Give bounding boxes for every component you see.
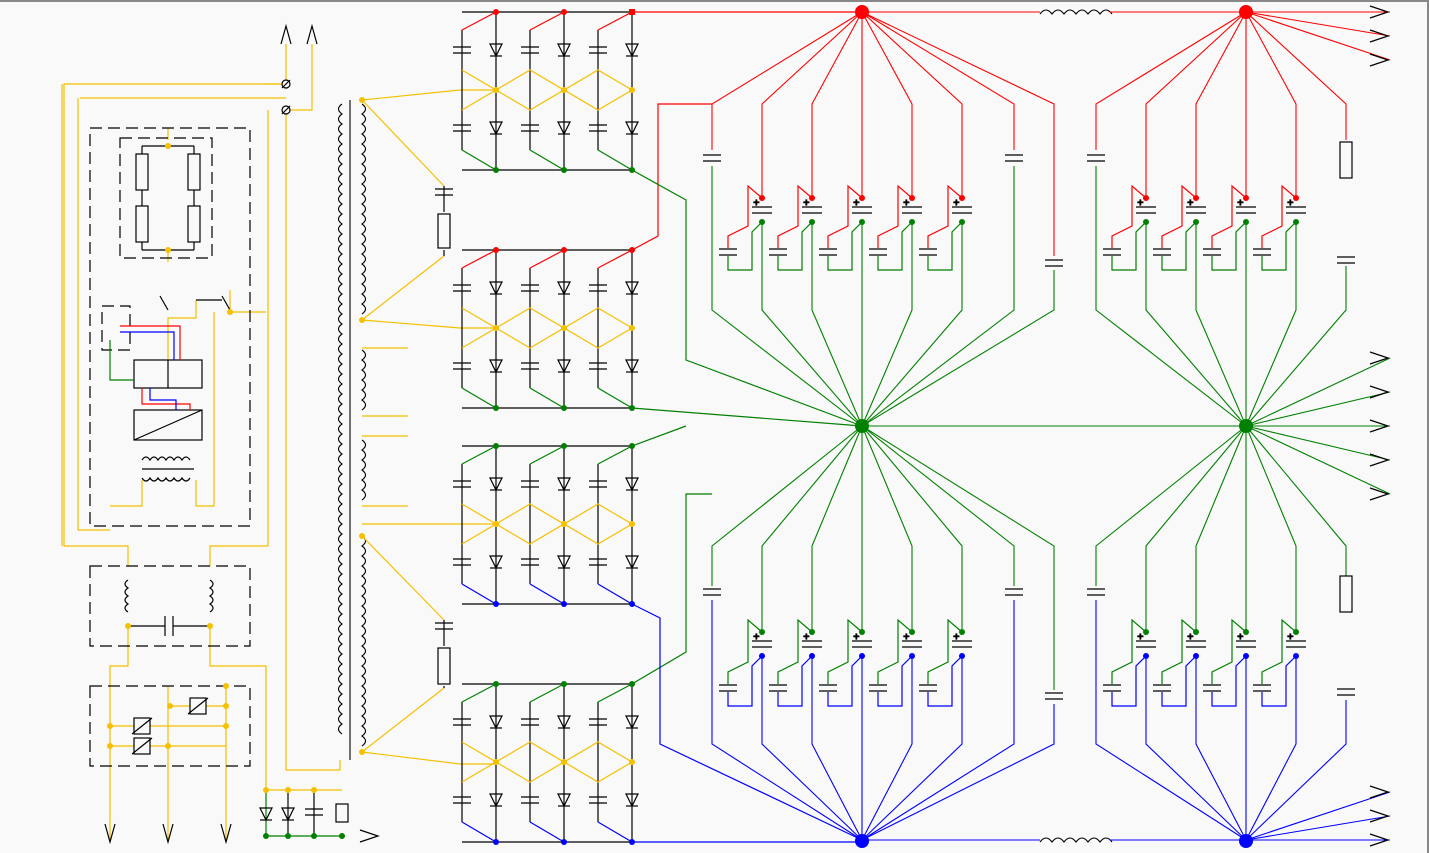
negative-node-left xyxy=(855,834,869,848)
positive-node-left xyxy=(855,5,869,19)
circuit-schematic: + xyxy=(0,0,1429,853)
positive-node-right xyxy=(1239,5,1253,19)
ground-node-left xyxy=(855,419,869,433)
negative-node-right xyxy=(1239,834,1253,848)
ground-node-right xyxy=(1239,419,1253,433)
